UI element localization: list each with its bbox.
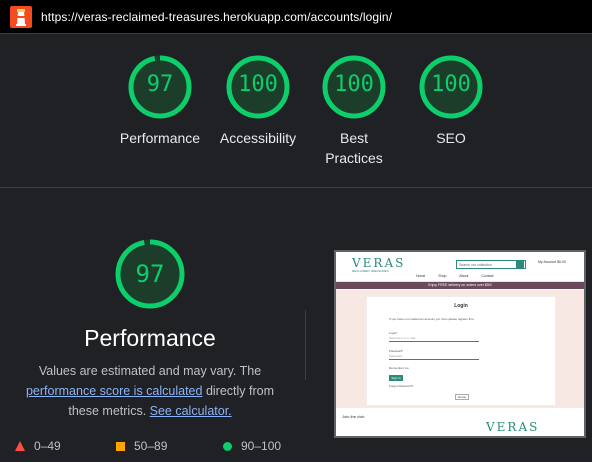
gauge-score: 100 bbox=[238, 72, 278, 97]
page-url[interactable]: https://veras-reclaimed-treasures.heroku… bbox=[41, 10, 392, 24]
gauge-accessibility[interactable]: 100 Accessibility bbox=[213, 54, 303, 148]
thumb-card-title: Login bbox=[454, 303, 468, 309]
thumb-signin-button: Sign In bbox=[389, 375, 403, 381]
gauge-label: Best Practices bbox=[325, 130, 383, 166]
performance-title: Performance bbox=[84, 325, 216, 351]
thumb-logo: VERAS bbox=[352, 256, 406, 270]
thumb-footer: Join the club VERAS bbox=[336, 410, 584, 436]
score-legend: 0–49 50–89 90–100 bbox=[0, 439, 300, 455]
triangle-icon bbox=[15, 441, 25, 451]
performance-score-large: 97 bbox=[135, 260, 165, 288]
square-icon bbox=[116, 441, 125, 451]
legend-pass: 90–100 bbox=[223, 439, 281, 453]
desc-text: Values are estimated and may vary. The bbox=[38, 364, 262, 378]
thumb-login-label: Login* bbox=[389, 331, 398, 335]
url-bar: https://veras-reclaimed-treasures.heroku… bbox=[0, 0, 592, 34]
gauge-score: 97 bbox=[146, 72, 174, 97]
thumb-account: My Account $0.00 bbox=[538, 260, 566, 264]
thumb-search-button bbox=[516, 261, 524, 268]
thumb-footer-logo: VERAS bbox=[486, 420, 540, 434]
circle-icon bbox=[223, 441, 232, 451]
thumb-logo-sub: RECLAIMED TREASURES bbox=[352, 269, 389, 273]
gauge-score: 100 bbox=[334, 72, 374, 97]
legend-fail-label: 0–49 bbox=[34, 439, 61, 453]
vertical-divider bbox=[305, 310, 306, 380]
performance-description: Values are estimated and may vary. The p… bbox=[14, 361, 286, 421]
thumb-password-underline bbox=[389, 359, 479, 360]
thumb-header: VERAS RECLAIMED TREASURES Search our col… bbox=[336, 252, 584, 282]
gauge-label: Performance bbox=[119, 130, 201, 146]
thumb-banner: Enjoy FREE delivery on orders over $50! bbox=[336, 282, 584, 289]
gauge-label: SEO bbox=[436, 130, 466, 146]
section-divider bbox=[0, 187, 592, 188]
thumb-card-intro: If you have not created an account yet, … bbox=[389, 317, 475, 321]
thumb-home-button: Home bbox=[455, 394, 469, 400]
gauge-seo[interactable]: 100 SEO bbox=[406, 54, 496, 148]
thumb-password-label: Password* bbox=[389, 349, 404, 353]
legend-average: 50–89 bbox=[116, 439, 167, 453]
thumb-login-card: Login If you have not created an account… bbox=[366, 296, 556, 406]
gauge-score: 100 bbox=[431, 72, 471, 97]
thumb-login-underline bbox=[389, 341, 479, 342]
gauge-best-practices[interactable]: 100 Best Practices bbox=[309, 54, 399, 168]
score-calculated-link[interactable]: performance score is calculated bbox=[26, 384, 202, 398]
category-gauges: 97 Performance 100 Accessibility 100 Bes… bbox=[0, 54, 592, 174]
thumb-login-input: Username or e-mail bbox=[389, 336, 416, 340]
legend-pass-label: 90–100 bbox=[241, 439, 282, 453]
thumb-footer-join: Join the club bbox=[342, 414, 365, 419]
thumb-forgot: Forgot Password? bbox=[389, 384, 414, 388]
thumb-body: Login If you have not created an account… bbox=[336, 290, 584, 408]
performance-gauge-large: 97 bbox=[114, 238, 186, 310]
gauge-label: Accessibility bbox=[219, 130, 297, 146]
thumb-remember: Remember me bbox=[389, 366, 409, 370]
legend-average-label: 50–89 bbox=[134, 439, 168, 453]
thumb-password-input: Password bbox=[389, 354, 403, 358]
page-screenshot-thumbnail[interactable]: VERAS RECLAIMED TREASURES Search our col… bbox=[334, 250, 586, 438]
thumb-nav: Home Shop About Contact bbox=[416, 274, 494, 278]
legend-fail: 0–49 bbox=[15, 439, 61, 453]
lighthouse-icon bbox=[10, 6, 32, 28]
gauge-performance[interactable]: 97 Performance bbox=[115, 54, 205, 148]
see-calculator-link[interactable]: See calculator. bbox=[150, 404, 232, 418]
